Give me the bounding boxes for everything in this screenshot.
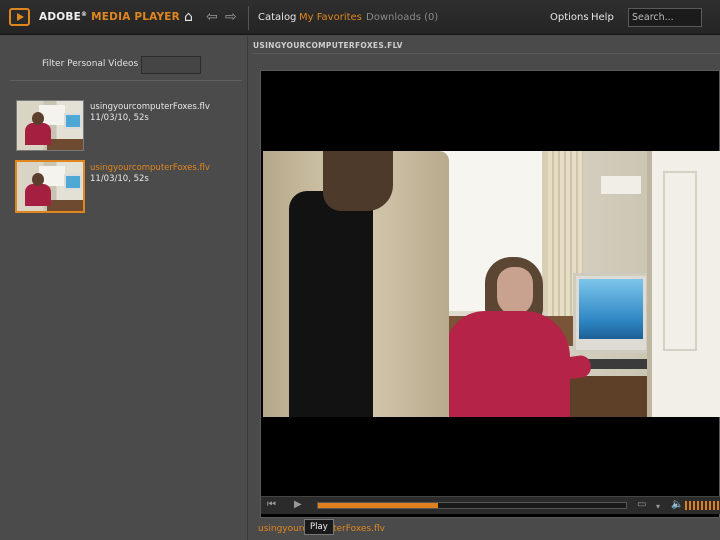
video-meta: 11/03/10, 52s [90, 113, 149, 123]
home-icon[interactable]: ⌂ [184, 9, 193, 25]
video-list-item-selected[interactable]: usingyourcomputerFoxes.flv 11/03/10, 52s [14, 159, 240, 215]
video-title: usingyourcomputerFoxes.flv [90, 163, 210, 173]
skip-back-icon[interactable]: ⏮ [267, 499, 276, 511]
play-tooltip: Play [304, 519, 334, 535]
back-arrow-icon[interactable]: ⇦ [206, 9, 218, 25]
header-divider [252, 53, 720, 54]
playback-controls: ⏮ ▶ ▭ ▾ 🔈 [261, 496, 720, 514]
video-player[interactable] [260, 70, 720, 518]
play-logo-icon [9, 8, 30, 26]
video-meta: 11/03/10, 52s [90, 174, 149, 184]
top-divider [248, 6, 249, 30]
filter-input[interactable] [141, 56, 201, 74]
video-frame[interactable] [263, 151, 720, 417]
video-thumbnail[interactable] [16, 100, 84, 151]
nav-my-favorites[interactable]: My Favorites [299, 12, 362, 23]
video-list-item[interactable]: usingyourcomputerFoxes.flv 11/03/10, 52s [14, 98, 240, 154]
play-icon[interactable]: ▶ [294, 499, 302, 511]
search-input[interactable] [628, 8, 702, 27]
panel-divider [10, 80, 242, 81]
progress-fill [318, 503, 439, 508]
nav-catalog[interactable]: Catalog [258, 12, 296, 23]
video-title: usingyourcomputerFoxes.flv [90, 102, 210, 112]
nav-help[interactable]: Help [591, 12, 614, 23]
nav-options[interactable]: Options [550, 12, 589, 23]
brand-registered-mark: ® [80, 11, 88, 18]
nav-downloads[interactable]: Downloads (0) [366, 12, 438, 23]
progress-bar[interactable] [317, 502, 627, 509]
fullscreen-icon[interactable]: ▭ [637, 499, 646, 511]
volume-slider[interactable] [685, 501, 720, 510]
forward-arrow-icon[interactable]: ⇨ [225, 9, 237, 25]
brand-primary: ADOBE [39, 11, 81, 23]
now-playing-title: USINGYOURCOMPUTERFOXES.FLV [253, 41, 403, 50]
volume-icon[interactable]: 🔈 [671, 499, 683, 511]
top-bar: ADOBE® MEDIA PLAYER ⌂ ⇦ ⇨ Catalog My Favo… [0, 0, 720, 35]
personal-videos-panel: Filter Personal Videos usingyourcomputer… [0, 36, 248, 540]
video-thumbnail[interactable] [15, 160, 85, 213]
chevron-down-icon[interactable]: ▾ [656, 501, 660, 513]
brand-secondary: MEDIA PLAYER [91, 11, 180, 23]
app-brand: ADOBE® MEDIA PLAYER [39, 11, 180, 23]
filter-label: Filter Personal Videos [42, 59, 139, 69]
media-player-window: ADOBE® MEDIA PLAYER ⌂ ⇦ ⇨ Catalog My Favo… [0, 0, 720, 540]
